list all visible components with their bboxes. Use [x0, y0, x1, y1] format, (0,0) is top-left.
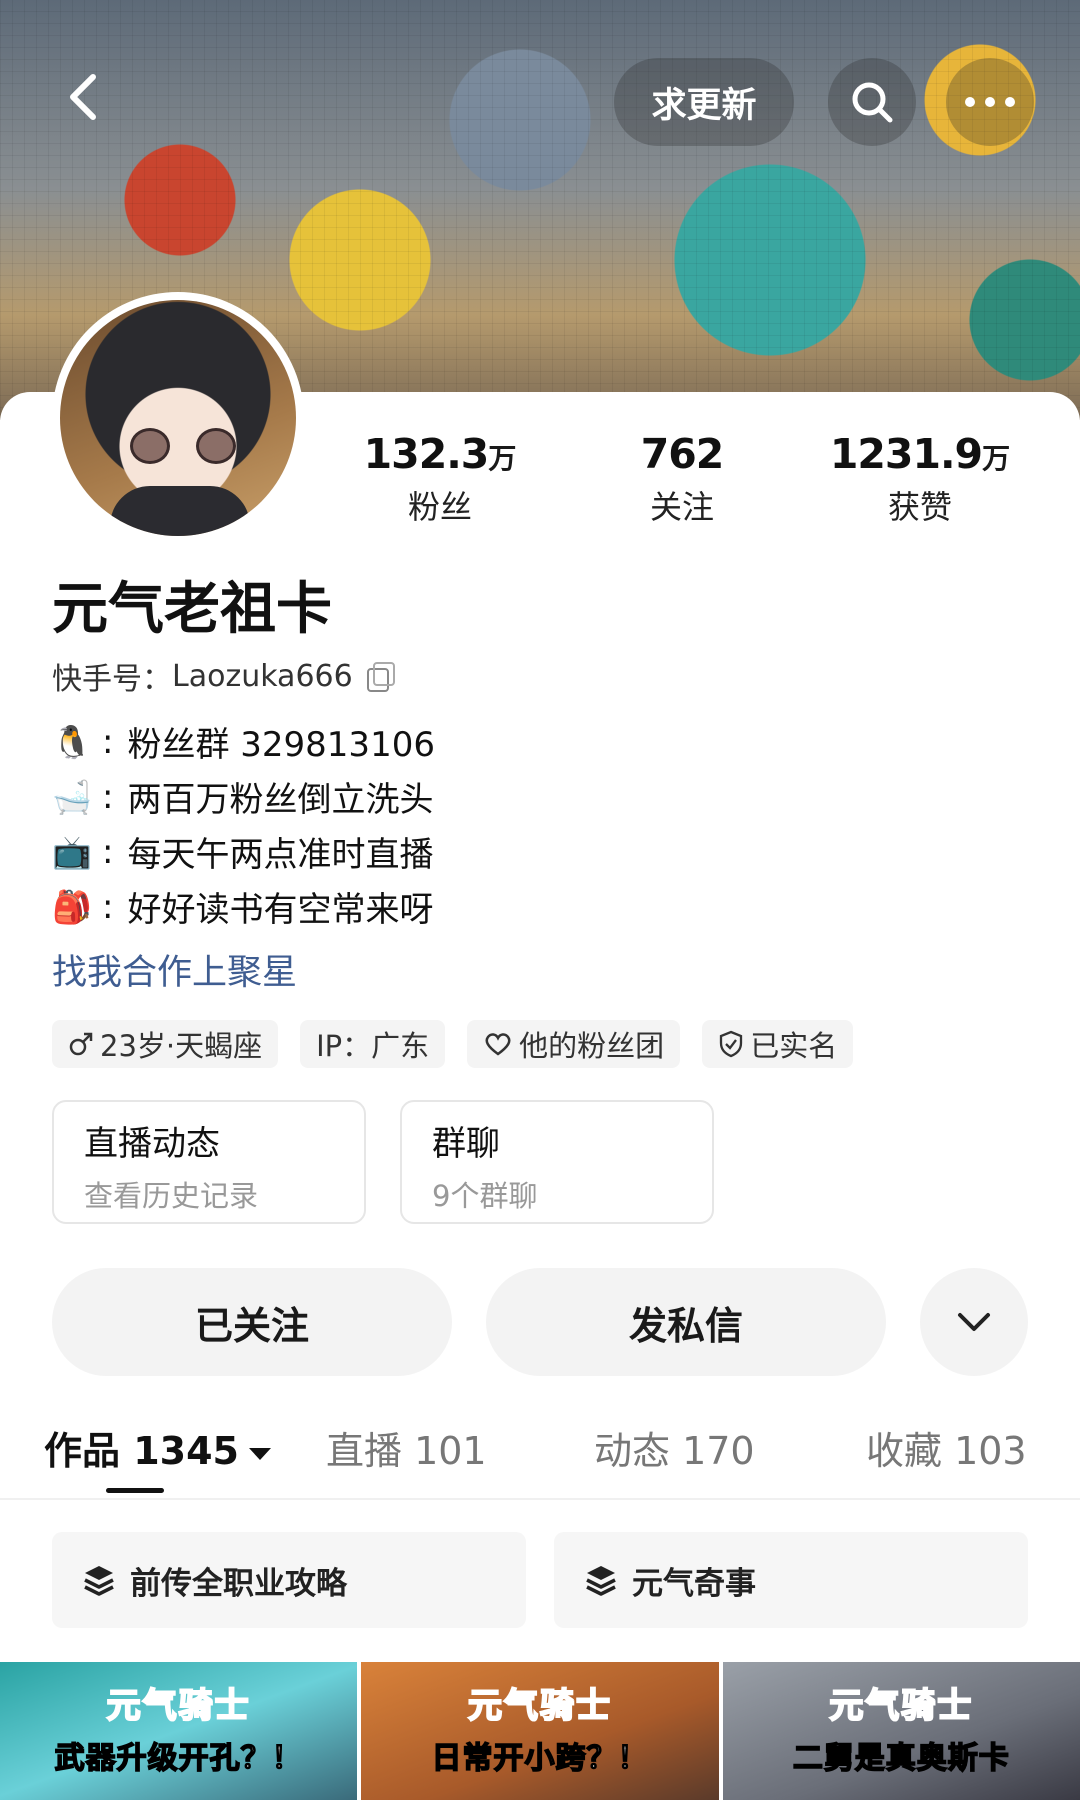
tab-label: 作品 1345: [44, 1429, 239, 1473]
bio-line: 📺: 每天午两点准时直播: [52, 824, 435, 879]
tag-ip: IP：广东: [300, 1020, 446, 1068]
card-title: 群聊: [432, 1124, 500, 1164]
caret-down-icon: [249, 1447, 271, 1460]
bio: 🐧: 粉丝群 329813106 🛁: 两百万粉丝倒立洗头 📺: 每天午两点准时直播 …: [52, 714, 435, 934]
collab-link[interactable]: 找我合作上聚星: [52, 944, 297, 995]
bio-text: 粉丝群 329813106: [127, 725, 435, 765]
video-thumbnail[interactable]: 元气骑士 日常开小跨？！: [361, 1662, 719, 1800]
feature-cards: 直播动态 查看历史记录 群聊 9个群聊: [52, 1100, 714, 1224]
collection-label: 前传全职业攻略: [130, 1565, 347, 1602]
chevron-down-icon: [958, 1313, 990, 1331]
shield-check-icon: [720, 1030, 743, 1058]
following-label: 关注: [649, 488, 714, 526]
likes-unit: 万: [982, 442, 1011, 475]
followed-button[interactable]: 已关注: [52, 1268, 452, 1376]
bio-line: 🐧: 粉丝群 329813106: [52, 714, 435, 769]
tv-icon: 📺: [52, 832, 92, 871]
search-icon: [852, 82, 893, 123]
content-tabs: 作品 1345 直播 101 动态 170 收藏 103: [0, 1400, 1080, 1500]
card-subtitle: 9个群聊: [432, 1179, 538, 1213]
avatar[interactable]: [52, 292, 304, 544]
penguin-icon: 🐧: [52, 722, 92, 761]
bio-line: 🛁: 两百万粉丝倒立洗头: [52, 769, 435, 824]
thumbnail-caption: 武器升级开孔？！: [54, 1740, 303, 1777]
collection-label: 元气奇事: [632, 1565, 756, 1602]
fans-label: 粉丝: [407, 488, 472, 526]
fans-unit: 万: [488, 442, 517, 475]
layers-icon: [84, 1566, 114, 1596]
likes-label: 获赞: [887, 488, 952, 526]
tab-live[interactable]: 直播 101: [326, 1420, 487, 1475]
tab-favorites[interactable]: 收藏 103: [866, 1420, 1027, 1475]
bio-text: 好好读书有空常来呀: [127, 890, 434, 930]
tag-label: 已实名: [750, 1029, 838, 1063]
video-thumbnail[interactable]: 元气骑士 武器升级开孔？！: [0, 1662, 358, 1800]
tab-label: 动态 170: [594, 1429, 755, 1473]
video-grid: 元气骑士 武器升级开孔？！ 元气骑士 日常开小跨？！ 元气骑士 二舅是真奥斯卡: [0, 1662, 1080, 1800]
tags-row: 23岁·天蝎座 IP：广东 他的粉丝团 已实名: [52, 1020, 854, 1068]
tag-label: 他的粉丝团: [519, 1029, 665, 1063]
tag-verified[interactable]: 已实名: [702, 1020, 854, 1068]
thumbnail-brand: 元气骑士: [828, 1685, 974, 1727]
expand-button[interactable]: [920, 1268, 1028, 1376]
more-button[interactable]: [946, 58, 1034, 146]
action-buttons: 已关注 发私信: [52, 1268, 1028, 1376]
search-button[interactable]: [828, 58, 916, 146]
group-chat-card[interactable]: 群聊 9个群聊: [400, 1100, 714, 1224]
tab-indicator: [106, 1488, 164, 1493]
thumbnail-brand: 元气骑士: [106, 1685, 251, 1727]
layers-icon: [586, 1566, 616, 1596]
stat-following[interactable]: 762 关注: [572, 430, 792, 528]
back-arrow-icon: [70, 74, 96, 120]
backpack-icon: 🎒: [52, 887, 92, 926]
copy-icon[interactable]: [365, 662, 395, 692]
video-thumbnail[interactable]: 元气骑士 二舅是真奥斯卡: [722, 1662, 1080, 1800]
live-history-card[interactable]: 直播动态 查看历史记录: [52, 1100, 366, 1224]
request-update-button[interactable]: 求更新: [614, 58, 794, 146]
tab-label: 收藏 103: [866, 1429, 1027, 1473]
following-count: 762: [640, 430, 725, 478]
tag-label: 23岁·天蝎座: [100, 1029, 263, 1063]
card-subtitle: 查看历史记录: [84, 1179, 259, 1213]
male-icon: [69, 1032, 93, 1056]
stat-likes[interactable]: 1231.9万 获赞: [810, 430, 1030, 528]
more-dots-icon: [965, 97, 1015, 107]
kuaishou-id-row: 快手号： Laozuka666: [52, 654, 395, 698]
card-title: 直播动态: [84, 1124, 220, 1164]
tag-label: IP：广东: [316, 1029, 430, 1063]
stat-fans[interactable]: 132.3万 粉丝: [330, 430, 550, 528]
heart-icon: [485, 1033, 511, 1056]
collections-row: 前传全职业攻略 元气奇事: [52, 1532, 1028, 1628]
tag-fan-club[interactable]: 他的粉丝团: [467, 1020, 681, 1068]
profile-name: 元气老祖卡: [52, 577, 332, 642]
bio-text: 每天午两点准时直播: [127, 835, 434, 875]
tab-label: 直播 101: [326, 1429, 487, 1473]
message-button[interactable]: 发私信: [486, 1268, 886, 1376]
thumbnail-caption: 日常开小跨？！: [431, 1740, 649, 1777]
thumbnail-caption: 二舅是真奥斯卡: [792, 1740, 1010, 1777]
back-button[interactable]: [48, 62, 118, 132]
tab-moments[interactable]: 动态 170: [594, 1420, 755, 1475]
tag-age: 23岁·天蝎座: [52, 1020, 279, 1068]
bio-line: 🎒: 好好读书有空常来呀: [52, 879, 435, 934]
likes-count: 1231.9: [829, 430, 983, 478]
tab-works[interactable]: 作品 1345: [44, 1420, 271, 1475]
fans-count: 132.3: [363, 430, 490, 478]
kuaishou-id-value: Laozuka666: [172, 658, 353, 694]
bio-text: 两百万粉丝倒立洗头: [127, 780, 434, 820]
collection-item[interactable]: 元气奇事: [554, 1532, 1028, 1628]
collection-item[interactable]: 前传全职业攻略: [52, 1532, 526, 1628]
avatar-image: [60, 300, 296, 536]
thumbnail-brand: 元气骑士: [467, 1685, 612, 1727]
bathtub-icon: 🛁: [52, 777, 92, 816]
kuaishou-id-label: 快手号：: [52, 662, 172, 697]
